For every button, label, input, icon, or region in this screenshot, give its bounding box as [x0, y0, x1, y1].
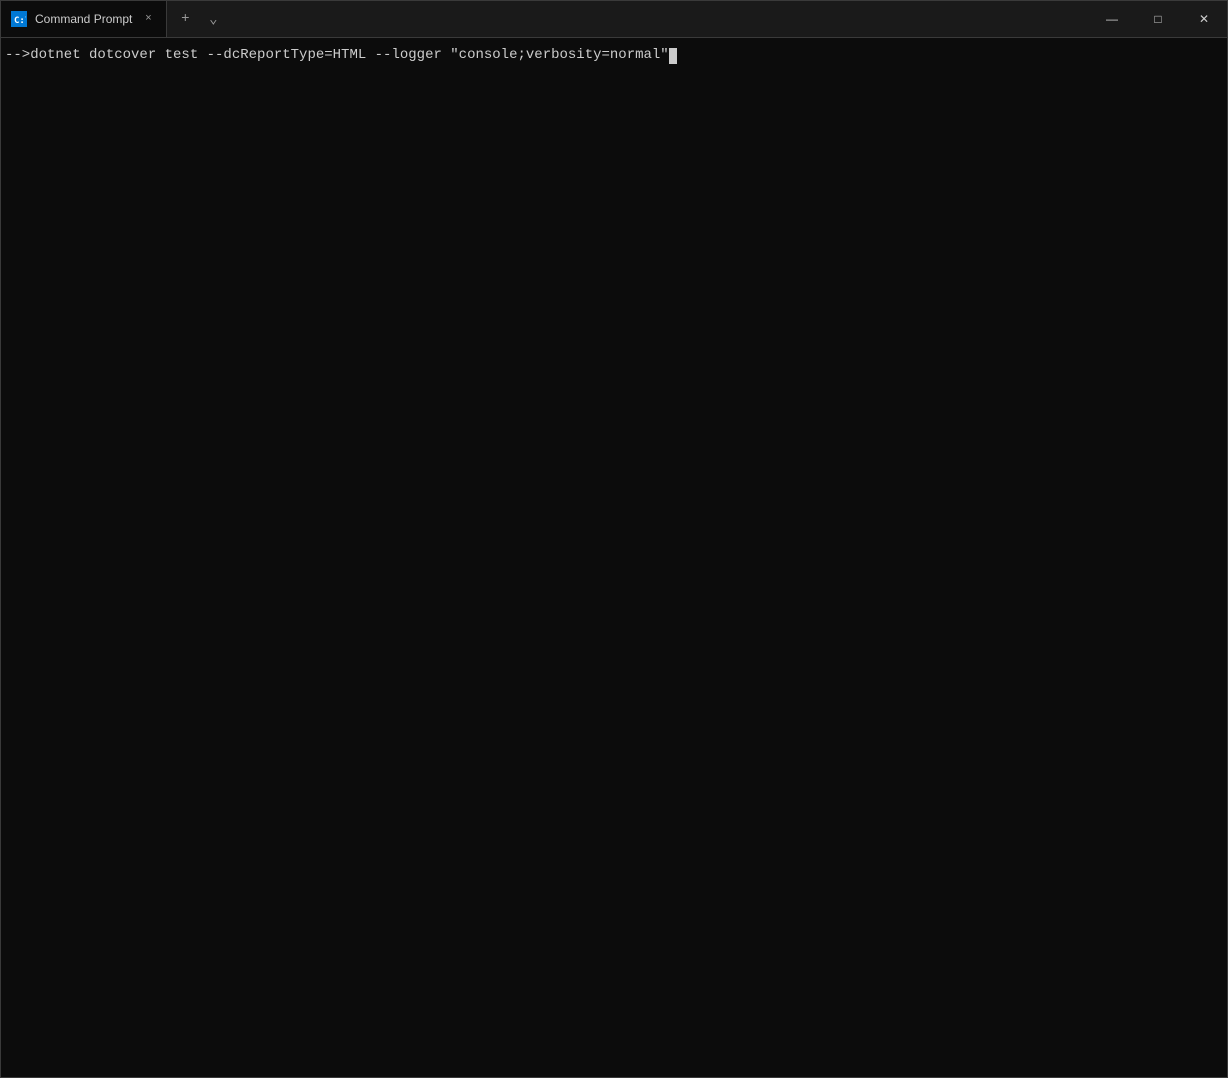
cursor: [669, 48, 677, 64]
tab-area: C:\ Command Prompt × + ⌄: [1, 1, 1089, 37]
dropdown-button[interactable]: ⌄: [201, 7, 225, 31]
svg-text:C:\: C:\: [14, 16, 26, 26]
tab-controls: + ⌄: [167, 7, 231, 31]
tab-title: Command Prompt: [35, 12, 132, 26]
minimize-button[interactable]: —: [1089, 1, 1135, 37]
command-text: -->dotnet dotcover test --dcReportType=H…: [5, 46, 669, 66]
terminal-command-line: -->dotnet dotcover test --dcReportType=H…: [5, 46, 1223, 66]
tab-close-button[interactable]: ×: [140, 11, 156, 27]
cmd-icon: C:\: [11, 11, 27, 27]
terminal-window: C:\ Command Prompt × + ⌄ — □ ✕ -->dotnet…: [0, 0, 1228, 1078]
title-bar: C:\ Command Prompt × + ⌄ — □ ✕: [1, 1, 1227, 38]
active-tab[interactable]: C:\ Command Prompt ×: [1, 1, 167, 37]
terminal-body[interactable]: -->dotnet dotcover test --dcReportType=H…: [1, 38, 1227, 1077]
close-button[interactable]: ✕: [1181, 1, 1227, 37]
add-tab-button[interactable]: +: [173, 7, 197, 31]
maximize-button[interactable]: □: [1135, 1, 1181, 37]
window-controls: — □ ✕: [1089, 1, 1227, 37]
